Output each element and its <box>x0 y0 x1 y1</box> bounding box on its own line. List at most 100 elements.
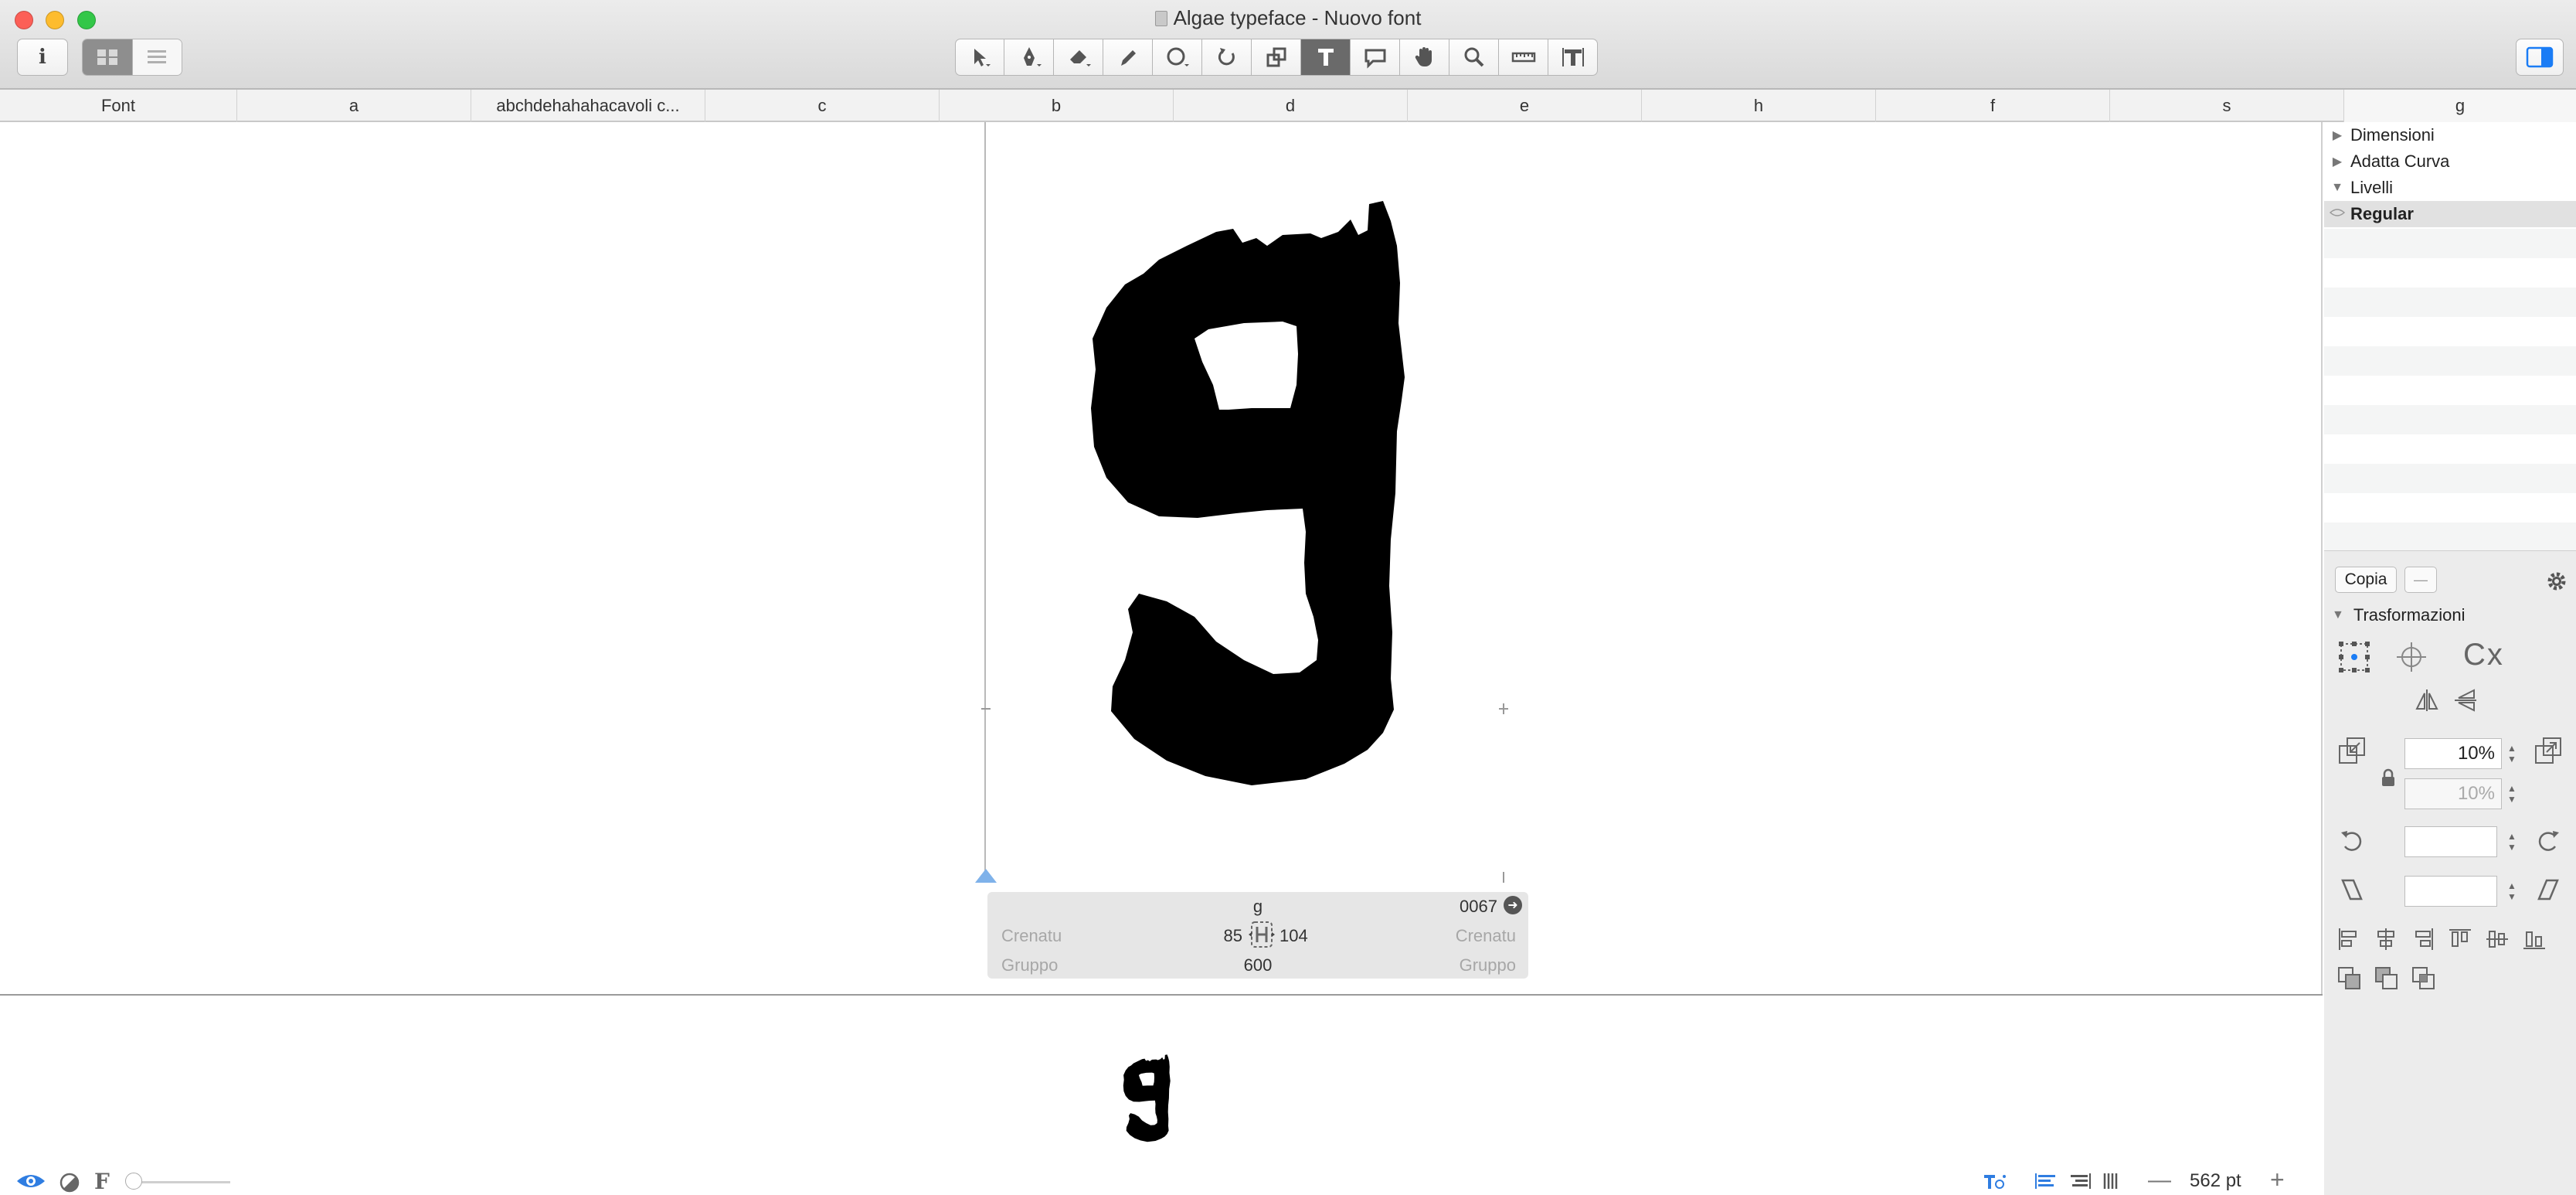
scale-y-stepper[interactable]: ▲ ▼ <box>2505 778 2519 809</box>
column-glyph[interactable]: e <box>1407 90 1641 122</box>
ellipse-tool-button[interactable] <box>1153 39 1202 76</box>
rotate-icon <box>1218 48 1235 66</box>
slant-left-icon[interactable] <box>2338 876 2366 904</box>
advance-width-field[interactable]: 600 <box>987 955 1528 975</box>
slant-stepper[interactable]: ▲ ▼ <box>2505 876 2519 907</box>
unicode-field[interactable]: 0067 <box>1460 897 1497 917</box>
eye-icon[interactable] <box>15 1172 46 1190</box>
align-left-edges-icon[interactable] <box>2336 927 2361 952</box>
column-glyph[interactable]: abchdehahahacavoli c... <box>471 90 705 122</box>
contrast-icon[interactable] <box>59 1172 80 1193</box>
metric-tick <box>1503 703 1504 714</box>
scale-down-icon[interactable] <box>2336 735 2367 766</box>
glyph-name-field[interactable]: g <box>987 897 1528 917</box>
flip-vertical-icon[interactable] <box>2452 687 2479 713</box>
zoom-tool-button[interactable] <box>1449 39 1499 76</box>
column-glyph[interactable]: s <box>2109 90 2343 122</box>
scale-y-field[interactable]: 10% <box>2404 778 2502 809</box>
tree-item-dimensioni[interactable]: ▶ Dimensioni <box>2324 122 2576 148</box>
list-view-button[interactable] <box>131 39 182 75</box>
align-top-edges-icon[interactable] <box>2448 927 2472 952</box>
lock-icon[interactable] <box>2380 768 2397 788</box>
transformations-header[interactable]: ▼ Trasformazioni <box>2332 605 2466 625</box>
text-options-icon[interactable] <box>1983 1172 2007 1190</box>
align-right-icon[interactable] <box>2068 1172 2092 1190</box>
scale-up-icon[interactable] <box>2533 735 2564 766</box>
origin-marker[interactable] <box>975 869 997 883</box>
metrics-lock-icon[interactable] <box>1247 920 1276 949</box>
zoom-out-button[interactable]: — <box>2148 1167 2171 1193</box>
column-glyph[interactable]: h <box>1641 90 1875 122</box>
column-glyph[interactable]: c <box>705 90 939 122</box>
select-tool-button[interactable] <box>955 39 1004 76</box>
copy-button[interactable]: Copia <box>2335 567 2397 593</box>
slider-knob[interactable] <box>125 1173 142 1190</box>
layer-name: Regular <box>2350 204 2414 223</box>
layer-visibility-icon[interactable] <box>2324 207 2350 221</box>
disclosure-triangle-icon[interactable]: ▶ <box>2324 154 2350 169</box>
toggle-sidebar-button[interactable] <box>2516 39 2564 76</box>
align-right-edges-icon[interactable] <box>2411 927 2435 952</box>
scale-x-field[interactable]: 10% <box>2404 738 2502 769</box>
layer-regular[interactable]: Regular <box>2324 201 2576 227</box>
disclosure-triangle-open-icon[interactable]: ▼ <box>2332 608 2344 622</box>
metrics-tool-button[interactable] <box>1548 39 1598 76</box>
column-glyph[interactable]: b <box>939 90 1173 122</box>
align-bottom-edges-icon[interactable] <box>2522 927 2547 952</box>
grid-view-button[interactable] <box>83 39 132 75</box>
glyph-outline-g[interactable] <box>1051 199 1422 810</box>
custom-origin-field[interactable]: Cx <box>2463 638 2504 672</box>
font-preview-toggle[interactable]: F <box>94 1169 110 1194</box>
column-glyph-current[interactable]: g <box>2343 90 2576 122</box>
vertical-text-icon[interactable] <box>2100 1172 2125 1190</box>
left-sidebearing-field[interactable]: 85 <box>1212 926 1242 946</box>
metrics-icon <box>1562 48 1584 66</box>
path-intersect-icon[interactable] <box>2411 965 2437 992</box>
pen-tool-button[interactable] <box>1004 39 1054 76</box>
crosshair-origin-icon[interactable] <box>2394 639 2429 675</box>
tree-item-adatta-curva[interactable]: ▶ Adatta Curva <box>2324 148 2576 175</box>
measure-tool-button[interactable] <box>1499 39 1548 76</box>
annotation-tool-button[interactable] <box>1351 39 1400 76</box>
rotate-tool-button[interactable] <box>1202 39 1252 76</box>
column-glyph[interactable]: f <box>1875 90 2109 122</box>
zoom-level[interactable]: 562 pt <box>2190 1170 2241 1192</box>
flip-horizontal-icon[interactable] <box>2414 687 2440 713</box>
right-sidebearing-field[interactable]: 104 <box>1280 926 1308 946</box>
rotate-ccw-icon[interactable] <box>2338 826 2366 854</box>
scale-icon <box>1266 47 1286 67</box>
info-button[interactable]: i <box>17 39 68 76</box>
preview-size-slider[interactable] <box>130 1181 230 1183</box>
slant-right-icon[interactable] <box>2534 876 2562 904</box>
column-font[interactable]: Font <box>0 90 236 122</box>
kerning-right-label[interactable]: Crenatu <box>1456 926 1516 946</box>
gear-icon[interactable] <box>2545 570 2568 593</box>
align-hcenter-icon[interactable] <box>2374 927 2398 952</box>
remove-button[interactable]: — <box>2404 567 2437 593</box>
zoom-in-button[interactable]: + <box>2270 1166 2285 1194</box>
scale-tool-button[interactable] <box>1252 39 1301 76</box>
disclosure-triangle-open-icon[interactable]: ▼ <box>2324 181 2350 195</box>
scale-x-stepper[interactable]: ▲ ▼ <box>2505 738 2519 769</box>
column-glyph[interactable]: d <box>1173 90 1407 122</box>
window-title: Algae typeface - Nuovo font <box>0 6 2576 30</box>
align-left-icon[interactable] <box>2034 1172 2058 1190</box>
glyph-edit-canvas[interactable]: g 0067 ➜ Crenatu Crenatu 85 104 Gruppo G… <box>0 122 2323 994</box>
rotate-field[interactable] <box>2404 826 2497 857</box>
rotate-stepper[interactable]: ▲ ▼ <box>2505 826 2519 857</box>
path-subtract-icon[interactable] <box>2374 965 2400 992</box>
text-tool-button[interactable] <box>1301 39 1351 76</box>
path-union-icon[interactable] <box>2336 965 2363 992</box>
pencil-tool-button[interactable] <box>1103 39 1153 76</box>
align-vcenter-icon[interactable] <box>2485 927 2510 952</box>
slant-field[interactable] <box>2404 876 2497 907</box>
column-glyph[interactable]: a <box>236 90 471 122</box>
tree-item-livelli[interactable]: ▼ Livelli <box>2324 175 2576 201</box>
eraser-tool-button[interactable] <box>1054 39 1103 76</box>
hand-tool-button[interactable] <box>1400 39 1449 76</box>
bounding-box-origin-icon[interactable] <box>2336 639 2372 675</box>
go-to-glyph-icon[interactable]: ➜ <box>1504 896 1522 914</box>
rotate-cw-icon[interactable] <box>2534 826 2562 854</box>
disclosure-triangle-icon[interactable]: ▶ <box>2324 128 2350 143</box>
kerning-left-label[interactable]: Crenatu <box>1001 926 1062 946</box>
